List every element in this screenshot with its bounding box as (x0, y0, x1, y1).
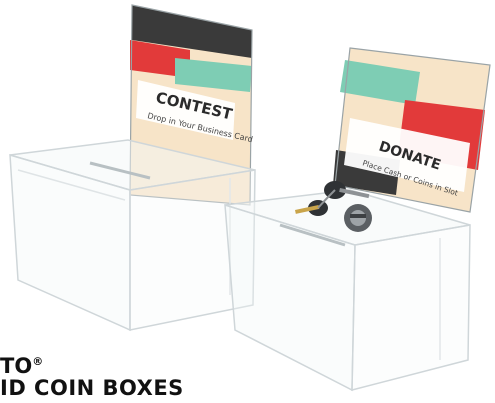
brand-caption: TO® (0, 356, 43, 377)
trademark-symbol: ® (32, 355, 44, 368)
brand-name: TO (0, 354, 33, 378)
right-sign-card: DONATE Place Cash or Coins in Slot (333, 47, 491, 213)
left-acrylic-box (9, 139, 256, 332)
scene: CONTEST Drop in Your Business Card DONAT… (9, 4, 491, 392)
left-ballot-box: CONTEST Drop in Your Business Card (9, 4, 256, 332)
right-ballot-box: DONATE Place Cash or Coins in Slot (224, 47, 491, 392)
product-caption: ID COIN BOXES (0, 376, 184, 400)
